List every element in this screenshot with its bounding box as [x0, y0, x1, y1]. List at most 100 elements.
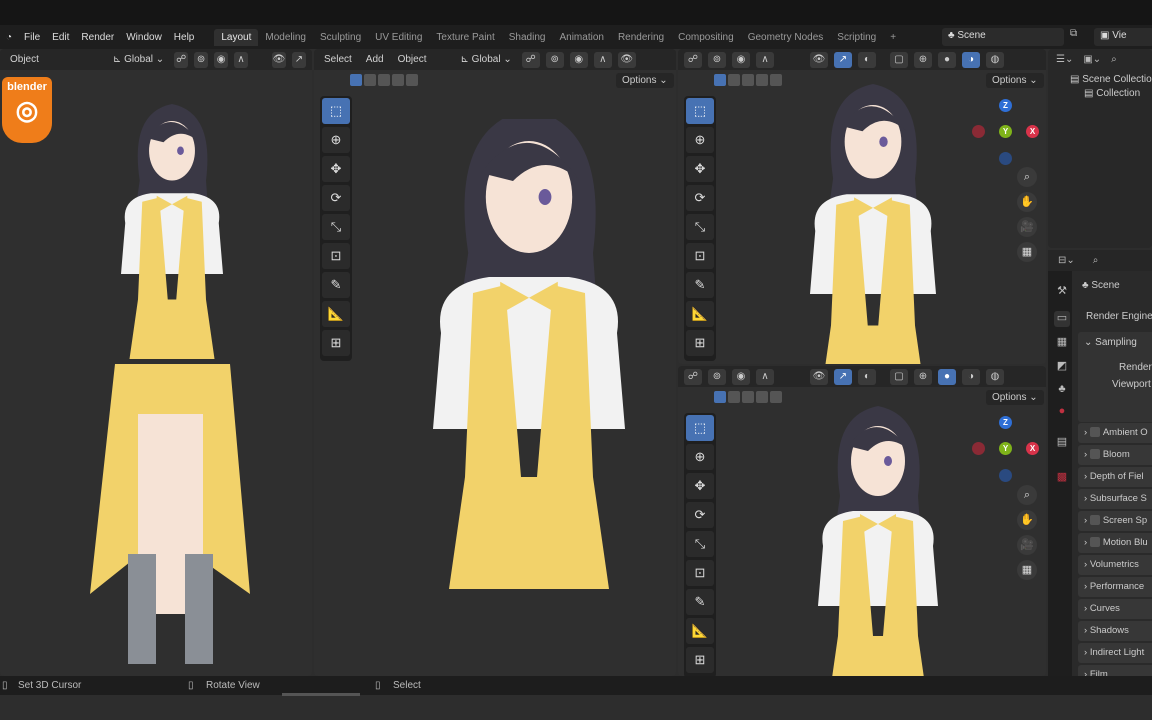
falloff-icon[interactable]: ∧ [756, 51, 774, 68]
snap-icon[interactable]: ⊚ [545, 51, 564, 68]
properties-panel[interactable]: › Indirect Light [1078, 643, 1152, 663]
visibility-icon[interactable]: 👁 [272, 51, 286, 68]
tab-animation[interactable]: Animation [552, 29, 610, 46]
gizmo-x-axis[interactable]: X [1026, 125, 1039, 138]
properties-panel[interactable]: › Performance [1078, 577, 1152, 597]
tab-shading[interactable]: Shading [502, 29, 553, 46]
sampling-panel-header[interactable]: ⌄ Sampling [1084, 337, 1137, 348]
zoom-icon[interactable]: ⌕ [1017, 167, 1037, 187]
xray-icon[interactable]: ▢ [890, 368, 908, 385]
orientation-dropdown[interactable]: ⊾ Global ⌄ [109, 52, 168, 67]
tab-rendering[interactable]: Rendering [611, 29, 671, 46]
render-tab-icon[interactable]: ▭ [1054, 311, 1070, 327]
select-box-tool-icon[interactable]: ⬚ [686, 98, 714, 124]
solid-shading-icon[interactable]: ● [938, 368, 956, 385]
new-scene-icon[interactable]: ⧉ [1070, 28, 1077, 39]
proportional-edit-icon[interactable]: ◉ [732, 368, 750, 385]
material-preview-shading-icon[interactable]: ◑ [962, 368, 980, 385]
transform-tool-icon[interactable]: ⊡ [686, 560, 714, 586]
properties-panel[interactable]: › Motion Blu [1078, 533, 1152, 553]
view-layer-tab-icon[interactable]: ◩ [1054, 359, 1070, 375]
wireframe-shading-icon[interactable]: ⊕ [914, 51, 932, 68]
xray-icon[interactable]: ▢ [890, 51, 908, 68]
panel-checkbox[interactable] [1089, 537, 1100, 548]
pivot-icon[interactable]: ☍ [174, 51, 189, 68]
proportional-edit-icon[interactable]: ◉ [732, 51, 750, 68]
gizmo-toggle-icon[interactable]: ↗ [834, 51, 852, 68]
measure-tool-icon[interactable]: 📐 [686, 618, 714, 644]
panel-checkbox[interactable] [1089, 449, 1100, 460]
tab-uv-editing[interactable]: UV Editing [368, 29, 429, 46]
rendered-shading-icon[interactable]: ◍ [986, 368, 1004, 385]
gizmo-y-axis[interactable]: Y [999, 125, 1012, 138]
annotate-tool-icon[interactable]: ✎ [322, 272, 350, 298]
proportional-edit-icon[interactable]: ◉ [569, 51, 588, 68]
properties-panel[interactable]: › Curves [1078, 599, 1152, 619]
ortho-grid-icon[interactable]: ▦ [1017, 560, 1037, 580]
menu-help[interactable]: Help [168, 32, 201, 43]
gizmo-z-axis[interactable]: Z [999, 416, 1012, 429]
pan-hand-icon[interactable]: ✋ [1017, 192, 1037, 212]
cursor-tool-icon[interactable]: ⊕ [686, 444, 714, 470]
measure-tool-icon[interactable]: 📐 [686, 301, 714, 327]
material-preview-shading-icon[interactable]: ◑ [962, 51, 980, 68]
add-cube-tool-icon[interactable]: ⊞ [686, 330, 714, 356]
scale-tool-icon[interactable]: ⤡ [686, 214, 714, 240]
pivot-icon[interactable]: ☍ [521, 51, 540, 68]
overlay-icon[interactable]: ◐ [858, 51, 876, 68]
scene-tab-icon[interactable]: ♣ [1054, 383, 1070, 399]
menu-select[interactable]: Select [320, 52, 356, 67]
properties-panel[interactable]: › Subsurface S [1078, 489, 1152, 509]
falloff-icon[interactable]: ∧ [234, 51, 249, 68]
select-box-tool-icon[interactable]: ⬚ [686, 415, 714, 441]
move-tool-icon[interactable]: ✥ [322, 156, 350, 182]
view-layer-selector[interactable]: ▣ Vie [1094, 28, 1152, 46]
rotate-tool-icon[interactable]: ⟳ [686, 185, 714, 211]
cursor-tool-icon[interactable]: ⊕ [322, 127, 350, 153]
wireframe-shading-icon[interactable]: ⊕ [914, 368, 932, 385]
cursor-tool-icon[interactable]: ⊕ [686, 127, 714, 153]
move-tool-icon[interactable]: ✥ [686, 156, 714, 182]
visibility-icon[interactable]: 👁 [810, 51, 828, 68]
properties-panel[interactable]: › Volumetrics [1078, 555, 1152, 575]
search-icon[interactable]: ⌕ [1093, 255, 1099, 266]
annotate-tool-icon[interactable]: ✎ [686, 589, 714, 615]
add-cube-tool-icon[interactable]: ⊞ [322, 330, 350, 356]
falloff-icon[interactable]: ∧ [593, 51, 612, 68]
tab-texture-paint[interactable]: Texture Paint [429, 29, 501, 46]
viewport-right-bottom[interactable]: ☍ ⊚ ◉ ∧ 👁 ↗ ◐ ▢ ⊕ ● ◑ ◍ Options ⌄ ⬚ ⊕ ✥ … [678, 366, 1046, 676]
menu-file[interactable]: File [18, 32, 46, 43]
move-tool-icon[interactable]: ✥ [686, 473, 714, 499]
orientation-dropdown[interactable]: ⊾ Global ⌄ [457, 52, 516, 67]
panel-checkbox[interactable] [1089, 427, 1100, 438]
tab-modeling[interactable]: Modeling [258, 29, 313, 46]
panel-checkbox[interactable] [1089, 515, 1100, 526]
scale-tool-icon[interactable]: ⤡ [686, 531, 714, 557]
menu-render[interactable]: Render [75, 32, 120, 43]
gizmo-z-axis[interactable]: Z [999, 99, 1012, 112]
menu-edit[interactable]: Edit [46, 32, 75, 43]
scale-tool-icon[interactable]: ⤡ [322, 214, 350, 240]
transform-tool-icon[interactable]: ⊡ [322, 243, 350, 269]
outliner-item-collection[interactable]: ▤ Collection [1048, 85, 1152, 99]
properties-panel[interactable]: › Depth of Fiel [1078, 467, 1152, 487]
pivot-icon[interactable]: ☍ [684, 368, 702, 385]
rotate-tool-icon[interactable]: ⟳ [686, 502, 714, 528]
pan-hand-icon[interactable]: ✋ [1017, 510, 1037, 530]
annotate-tool-icon[interactable]: ✎ [686, 272, 714, 298]
filter-icon[interactable]: ▣⌄ [1083, 54, 1101, 65]
add-workspace-button[interactable]: + [883, 29, 903, 46]
viewport-left[interactable]: Object ⊾ Global ⌄ ☍ ⊚ ◉ ∧ 👁 ↗ blender ◎ [0, 49, 312, 676]
menu-object[interactable]: Object [394, 52, 431, 67]
ortho-grid-icon[interactable]: ▦ [1017, 242, 1037, 262]
snap-icon[interactable]: ⊚ [194, 51, 209, 68]
zoom-icon[interactable]: ⌕ [1017, 485, 1037, 505]
tab-compositing[interactable]: Compositing [671, 29, 741, 46]
properties-panel[interactable]: › Ambient O [1078, 423, 1152, 443]
properties-panel[interactable]: › Bloom [1078, 445, 1152, 465]
add-cube-tool-icon[interactable]: ⊞ [686, 647, 714, 673]
viewport-middle[interactable]: Select Add Object ⊾ Global ⌄ ☍ ⊚ ◉ ∧ 👁 O… [314, 49, 676, 676]
measure-tool-icon[interactable]: 📐 [322, 301, 350, 327]
scene-selector[interactable]: ♣ Scene [942, 28, 1064, 46]
select-box-tool-icon[interactable]: ⬚ [322, 98, 350, 124]
